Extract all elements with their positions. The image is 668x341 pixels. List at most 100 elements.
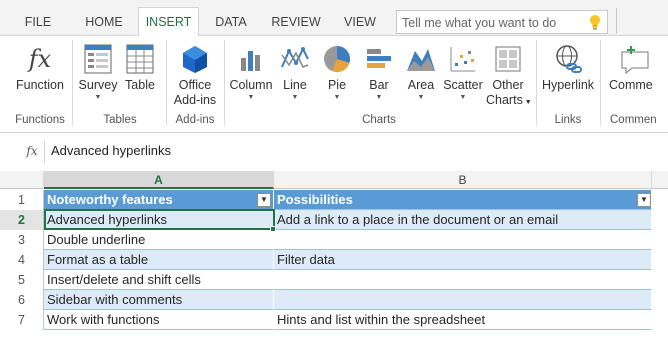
- row-header[interactable]: 1: [0, 190, 44, 210]
- row-header[interactable]: 2: [0, 210, 44, 230]
- row-header[interactable]: 4: [0, 250, 44, 270]
- tab-review[interactable]: REVIEW: [266, 8, 326, 36]
- divider: [44, 141, 45, 163]
- other-charts-label-text: Charts: [486, 93, 523, 107]
- tab-file[interactable]: FILE: [16, 8, 60, 36]
- tell-me-box[interactable]: [396, 10, 608, 34]
- table-cell[interactable]: Double underline: [44, 230, 274, 250]
- table-cell[interactable]: Advanced hyperlinks: [44, 210, 274, 230]
- office-addins-button[interactable]: Office Add-ins: [170, 40, 220, 108]
- group-divider: [72, 40, 73, 126]
- table-label: Table: [125, 78, 155, 92]
- group-label-functions: Functions: [15, 114, 65, 126]
- group-label-links: Links: [554, 114, 582, 126]
- table-cell[interactable]: Work with functions: [44, 310, 274, 330]
- table-cell[interactable]: [274, 230, 652, 250]
- ribbon-insert: fx Function Functions Survey ▼ Table Tab…: [0, 36, 668, 133]
- table-cell[interactable]: Filter data: [274, 250, 652, 270]
- tell-me-input[interactable]: [402, 13, 580, 32]
- tab-home[interactable]: HOME: [76, 8, 132, 36]
- line-label: Line: [283, 78, 307, 92]
- row-header[interactable]: 3: [0, 230, 44, 250]
- table-cell[interactable]: Add a link to a place in the document or…: [274, 210, 652, 230]
- row-header[interactable]: 6: [0, 290, 44, 310]
- formula-bar: fx Advanced hyperlinks: [0, 133, 668, 171]
- group-divider: [166, 40, 167, 126]
- function-label: Function: [16, 78, 64, 92]
- scatter-chart-button[interactable]: Scatter ▼: [442, 40, 484, 103]
- comment-icon: [608, 40, 668, 78]
- survey-button[interactable]: Survey ▼: [78, 40, 118, 103]
- scatter-label: Scatter: [443, 78, 483, 92]
- group-label-comments: Commen: [610, 114, 657, 126]
- chevron-down-icon: ▼: [375, 94, 383, 101]
- select-all-corner[interactable]: [0, 171, 44, 189]
- line-chart-icon: [278, 40, 312, 78]
- area-chart-button[interactable]: Area ▼: [402, 40, 440, 103]
- filter-dropdown-icon[interactable]: ▼: [257, 193, 271, 207]
- table-cell[interactable]: Hints and list within the spreadsheet: [274, 310, 652, 330]
- table-icon: [122, 40, 158, 78]
- table-row: 1 Noteworthy features Possibilities ▼ ▼: [0, 190, 668, 210]
- table-row: 5 Insert/delete and shift cells: [0, 270, 668, 290]
- group-divider: [224, 40, 225, 126]
- office-addins-label-line1: Office: [178, 78, 212, 92]
- group-divider: [600, 40, 601, 126]
- table-cell[interactable]: Sidebar with comments: [44, 290, 274, 310]
- comment-label: Comme: [609, 78, 653, 92]
- filter-dropdown-icon[interactable]: ▼: [637, 193, 651, 207]
- lightbulb-icon: [590, 15, 600, 30]
- survey-label: Survey: [78, 78, 118, 92]
- table-header-cell[interactable]: Noteworthy features: [44, 190, 274, 210]
- line-chart-button[interactable]: Line ▼: [278, 40, 312, 103]
- row-header[interactable]: 5: [0, 270, 44, 290]
- other-charts-button[interactable]: Other Charts ▼: [486, 40, 532, 110]
- table-button[interactable]: Table: [122, 40, 158, 93]
- tab-insert[interactable]: INSERT: [138, 7, 199, 37]
- worksheet-grid: A B 1 Noteworthy features Possibilities …: [0, 171, 668, 341]
- insert-function-icon[interactable]: fx: [20, 141, 44, 161]
- ribbon-tab-bar: FILE HOME INSERT DATA REVIEW VIEW: [0, 0, 668, 37]
- row-header[interactable]: 7: [0, 310, 44, 330]
- pie-chart-button[interactable]: Pie ▼: [320, 40, 354, 103]
- divider: [616, 8, 617, 34]
- column-header-a[interactable]: A: [44, 171, 274, 189]
- formula-input[interactable]: Advanced hyperlinks: [51, 142, 171, 160]
- pie-label: Pie: [327, 78, 347, 92]
- chevron-down-icon: ▼: [522, 99, 532, 106]
- chevron-down-icon: ▼: [94, 94, 102, 101]
- column-chart-button[interactable]: Column ▼: [228, 40, 274, 103]
- scatter-chart-icon: [442, 40, 484, 78]
- table-row: 2 Advanced hyperlinks Add a link to a pl…: [0, 210, 668, 230]
- area-label: Area: [407, 78, 435, 92]
- hyperlink-button[interactable]: Hyperlink: [540, 40, 596, 93]
- other-charts-icon: [486, 40, 530, 78]
- hyperlink-label: Hyperlink: [541, 78, 595, 92]
- table-row: 3 Double underline: [0, 230, 668, 250]
- office-addins-icon: [170, 40, 220, 78]
- table-cell[interactable]: Format as a table: [44, 250, 274, 270]
- column-header-b[interactable]: B: [274, 171, 652, 189]
- table-header-cell[interactable]: Possibilities: [274, 190, 652, 210]
- column-header-bar: A B: [0, 171, 668, 189]
- bar-label: Bar: [369, 78, 389, 92]
- tab-view[interactable]: VIEW: [336, 8, 384, 36]
- table-cell[interactable]: Insert/delete and shift cells: [44, 270, 274, 290]
- chevron-down-icon: ▼: [459, 94, 467, 101]
- table-cell[interactable]: [274, 270, 652, 290]
- office-addins-label-line2: Add-ins: [173, 93, 217, 107]
- group-label-addins: Add-ins: [175, 114, 215, 126]
- chevron-down-icon: ▼: [417, 94, 425, 101]
- function-button[interactable]: fx Function: [14, 40, 66, 93]
- function-icon: fx: [28, 44, 52, 73]
- area-chart-icon: [402, 40, 440, 78]
- bar-chart-button[interactable]: Bar ▼: [362, 40, 396, 103]
- fill-handle[interactable]: [270, 226, 276, 232]
- tab-data[interactable]: DATA: [206, 8, 256, 36]
- column-chart-icon: [228, 40, 274, 78]
- group-label-charts: Charts: [362, 114, 396, 126]
- column-label: Column: [229, 78, 273, 92]
- comment-button[interactable]: Comme: [608, 40, 668, 93]
- table-cell[interactable]: [274, 290, 652, 310]
- hyperlink-icon: [540, 40, 596, 78]
